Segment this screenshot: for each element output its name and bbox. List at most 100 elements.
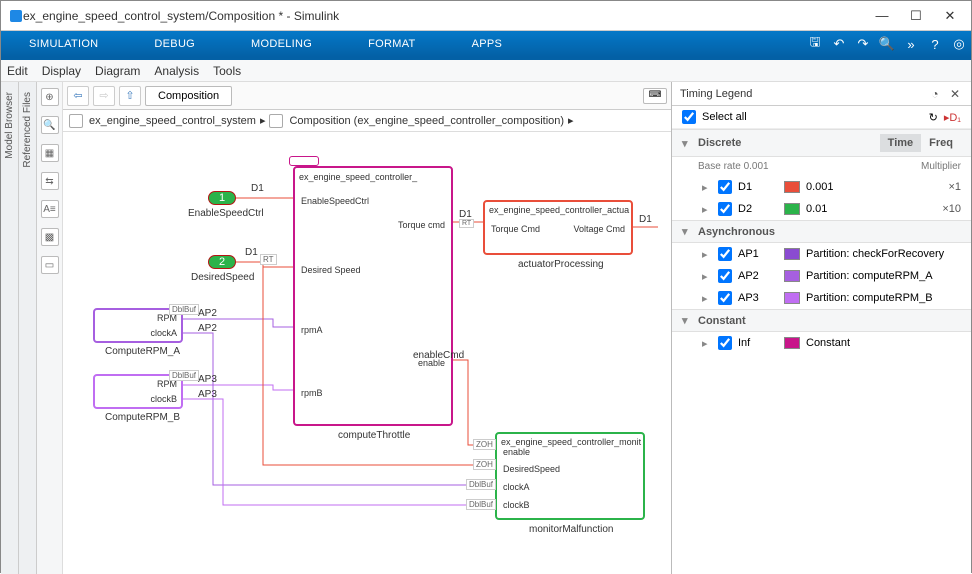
legend-constant-hdr: Constant (698, 315, 746, 327)
menu-diagram[interactable]: Diagram (95, 64, 140, 78)
block-rpm-b-label: ComputeRPM_B (105, 412, 180, 423)
more-icon[interactable]: » (899, 31, 923, 57)
undo-icon[interactable]: ↶ (827, 31, 851, 57)
legend-title: Timing Legend (680, 88, 752, 100)
tab-format[interactable]: FORMAT (340, 31, 443, 57)
tab-simulation[interactable]: SIMULATION (1, 31, 126, 57)
expand-icon[interactable]: ▸ (702, 181, 712, 194)
redo-icon[interactable]: ↷ (851, 31, 875, 57)
legend-row-checkbox[interactable] (718, 336, 732, 350)
menu-bar: Edit Display Diagram Analysis Tools (1, 60, 971, 82)
color-swatch (784, 181, 800, 193)
target-icon[interactable]: ◎ (947, 31, 971, 57)
keyboard-icon[interactable]: ⌨ (643, 88, 667, 104)
block-title: ex_engine_speed_controller_ (299, 172, 417, 182)
subsystem-icon (269, 114, 283, 128)
tab-apps[interactable]: APPS (444, 31, 531, 57)
select-all-checkbox[interactable] (682, 110, 696, 124)
expand-icon[interactable]: ▸ (702, 248, 712, 261)
signal-ap3: AP3 (198, 374, 217, 385)
fit-icon[interactable]: ⊕ (41, 88, 59, 106)
block-title: ex_engine_speed_controller_actua (489, 205, 629, 215)
annotate-icon[interactable]: ▦ (41, 144, 59, 162)
tag-dblbuf: DblBuf (169, 304, 199, 315)
inport-1-label: EnableSpeedCtrl (188, 208, 264, 219)
search-icon[interactable]: 🔍 (875, 31, 899, 57)
box-icon[interactable]: ▭ (41, 256, 59, 274)
chevron-right-icon: ▸ (568, 114, 574, 127)
block-compute-throttle[interactable]: ex_engine_speed_controller_ EnableSpeedC… (293, 166, 453, 426)
legend-row-checkbox[interactable] (718, 180, 732, 194)
help-icon[interactable]: ? (923, 31, 947, 57)
up-button[interactable]: ⇧ (119, 86, 141, 106)
image-icon[interactable]: ▩ (41, 228, 59, 246)
freq-toggle[interactable]: Freq (921, 134, 961, 152)
color-swatch (784, 292, 800, 304)
expand-icon[interactable]: ▸ (702, 292, 712, 305)
menu-display[interactable]: Display (42, 64, 81, 78)
canvas-tab[interactable]: Composition (145, 86, 232, 106)
simulink-icon (9, 9, 23, 23)
tab-debug[interactable]: DEBUG (126, 31, 223, 57)
legend-row-checkbox[interactable] (718, 269, 732, 283)
legend-async-hdr: Asynchronous (698, 226, 775, 238)
tab-modeling[interactable]: MODELING (223, 31, 340, 57)
menu-tools[interactable]: Tools (213, 64, 241, 78)
canvas-nav: ⇦ ⇨ ⇧ Composition ⌨ (63, 82, 671, 110)
breadcrumb-child[interactable]: Composition (ex_engine_speed_controller_… (289, 115, 564, 127)
expand-icon[interactable]: ▸ (702, 270, 712, 283)
legend-discrete-hdr: Discrete (698, 137, 741, 149)
text-icon[interactable]: A≡ (41, 200, 59, 218)
save-icon[interactable]: 🖫 (803, 31, 827, 57)
tag-dblbuf: DblBuf (466, 479, 496, 490)
legend-row-checkbox[interactable] (718, 202, 732, 216)
minimize-button[interactable]: — (869, 6, 895, 26)
signal-enablecmd: enableCmd (413, 350, 464, 361)
collapse-icon[interactable]: ▾ (682, 225, 692, 238)
legend-row-checkbox[interactable] (718, 247, 732, 261)
menu-edit[interactable]: Edit (7, 64, 28, 78)
color-swatch (784, 248, 800, 260)
close-button[interactable]: ✕ (937, 6, 963, 26)
signal-ap2: AP2 (198, 323, 217, 334)
base-rate-label: Base rate 0.001 (698, 161, 769, 172)
signal-ap3: AP3 (198, 389, 217, 400)
color-swatch (784, 270, 800, 282)
collapse-icon[interactable]: ▾ (682, 314, 692, 327)
expand-icon[interactable]: ▸ (702, 337, 712, 350)
block-title: ex_engine_speed_controller_monit (501, 437, 641, 447)
maximize-button[interactable]: ☐ (903, 6, 929, 26)
tag-dblbuf: DblBuf (466, 499, 496, 510)
block-actuator-label: actuatorProcessing (518, 259, 604, 270)
sample-time-marker (289, 156, 319, 166)
block-rpm-a-label: ComputeRPM_A (105, 346, 180, 357)
legend-row-checkbox[interactable] (718, 291, 732, 305)
legend-gear-icon[interactable]: ◔ (927, 86, 943, 102)
block-monitor[interactable]: ex_engine_speed_controller_monit enable … (495, 432, 645, 520)
block-actuator[interactable]: ex_engine_speed_controller_actua Torque … (483, 200, 633, 255)
color-swatch (784, 203, 800, 215)
canvas[interactable]: 1 EnableSpeedCtrl D1 2 DesiredSpeed D1 R… (63, 132, 671, 574)
select-all-label: Select all (702, 111, 747, 123)
time-toggle[interactable]: Time (880, 134, 921, 152)
menu-analysis[interactable]: Analysis (154, 64, 199, 78)
highlight-icon[interactable]: ▸D₁ (944, 111, 961, 124)
inport-2[interactable]: 2 (208, 255, 236, 269)
breadcrumb-root[interactable]: ex_engine_speed_control_system (89, 115, 256, 127)
zoom-icon[interactable]: 🔍 (41, 116, 59, 134)
back-button[interactable]: ⇦ (67, 86, 89, 106)
rate-tag-rt: RT (459, 219, 474, 228)
inport-1[interactable]: 1 (208, 191, 236, 205)
breadcrumb: ex_engine_speed_control_system ▸ Composi… (63, 110, 671, 132)
tab-strip: SIMULATION DEBUG MODELING FORMAT APPS 🖫 … (1, 31, 971, 57)
expand-icon[interactable]: ▸ (702, 203, 712, 216)
title-bar: ex_engine_speed_control_system/Compositi… (1, 1, 971, 31)
forward-button[interactable]: ⇨ (93, 86, 115, 106)
legend-close-icon[interactable]: ✕ (947, 86, 963, 102)
collapse-icon[interactable]: ▾ (682, 137, 692, 150)
nav-icon[interactable]: ⇆ (41, 172, 59, 190)
refresh-icon[interactable]: ↻ (929, 111, 938, 124)
inport-2-label: DesiredSpeed (191, 272, 254, 283)
left-rail-model-browser[interactable]: Model Browser (1, 82, 19, 574)
left-rail-referenced-files[interactable]: Referenced Files (19, 82, 37, 574)
